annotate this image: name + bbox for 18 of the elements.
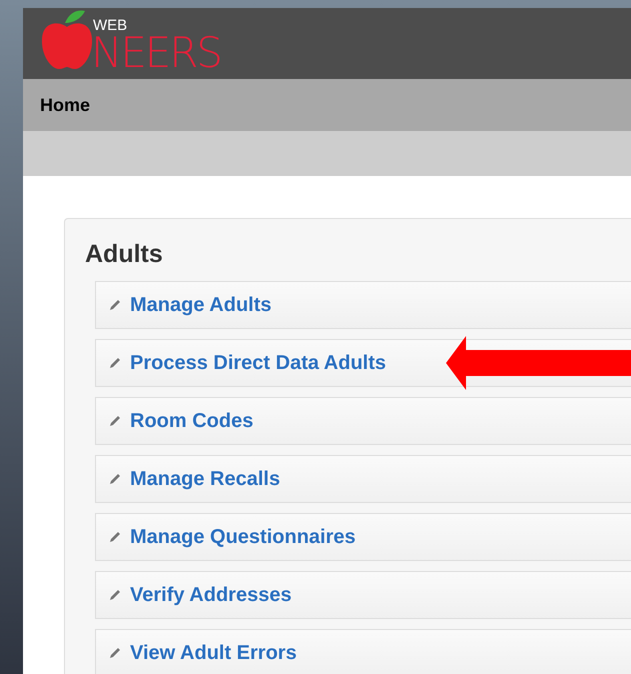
menu-link[interactable]: Verify Addresses: [108, 580, 292, 610]
pencil-icon: [108, 472, 122, 486]
pencil-icon: [108, 530, 122, 544]
menu-link[interactable]: Manage Adults: [108, 290, 272, 320]
menu-link[interactable]: View Adult Errors: [108, 638, 297, 668]
nav-link[interactable]: Home: [40, 92, 90, 118]
menu-link[interactable]: Manage Questionnaires: [108, 522, 356, 552]
pencil-icon: [108, 646, 122, 660]
logo-small-text: WEB: [93, 18, 128, 33]
pencil-icon: [108, 298, 122, 312]
menu-link[interactable]: Manage Recalls: [108, 464, 280, 494]
menu-link[interactable]: Room Codes: [108, 406, 254, 436]
menu-link[interactable]: Process Direct Data Adults: [108, 348, 386, 378]
pencil-icon: [108, 356, 122, 370]
pencil-icon: [108, 588, 122, 602]
logo-large-text: NEERS: [91, 33, 221, 73]
pencil-icon: [108, 414, 122, 428]
panel-title: Adults: [85, 239, 164, 269]
